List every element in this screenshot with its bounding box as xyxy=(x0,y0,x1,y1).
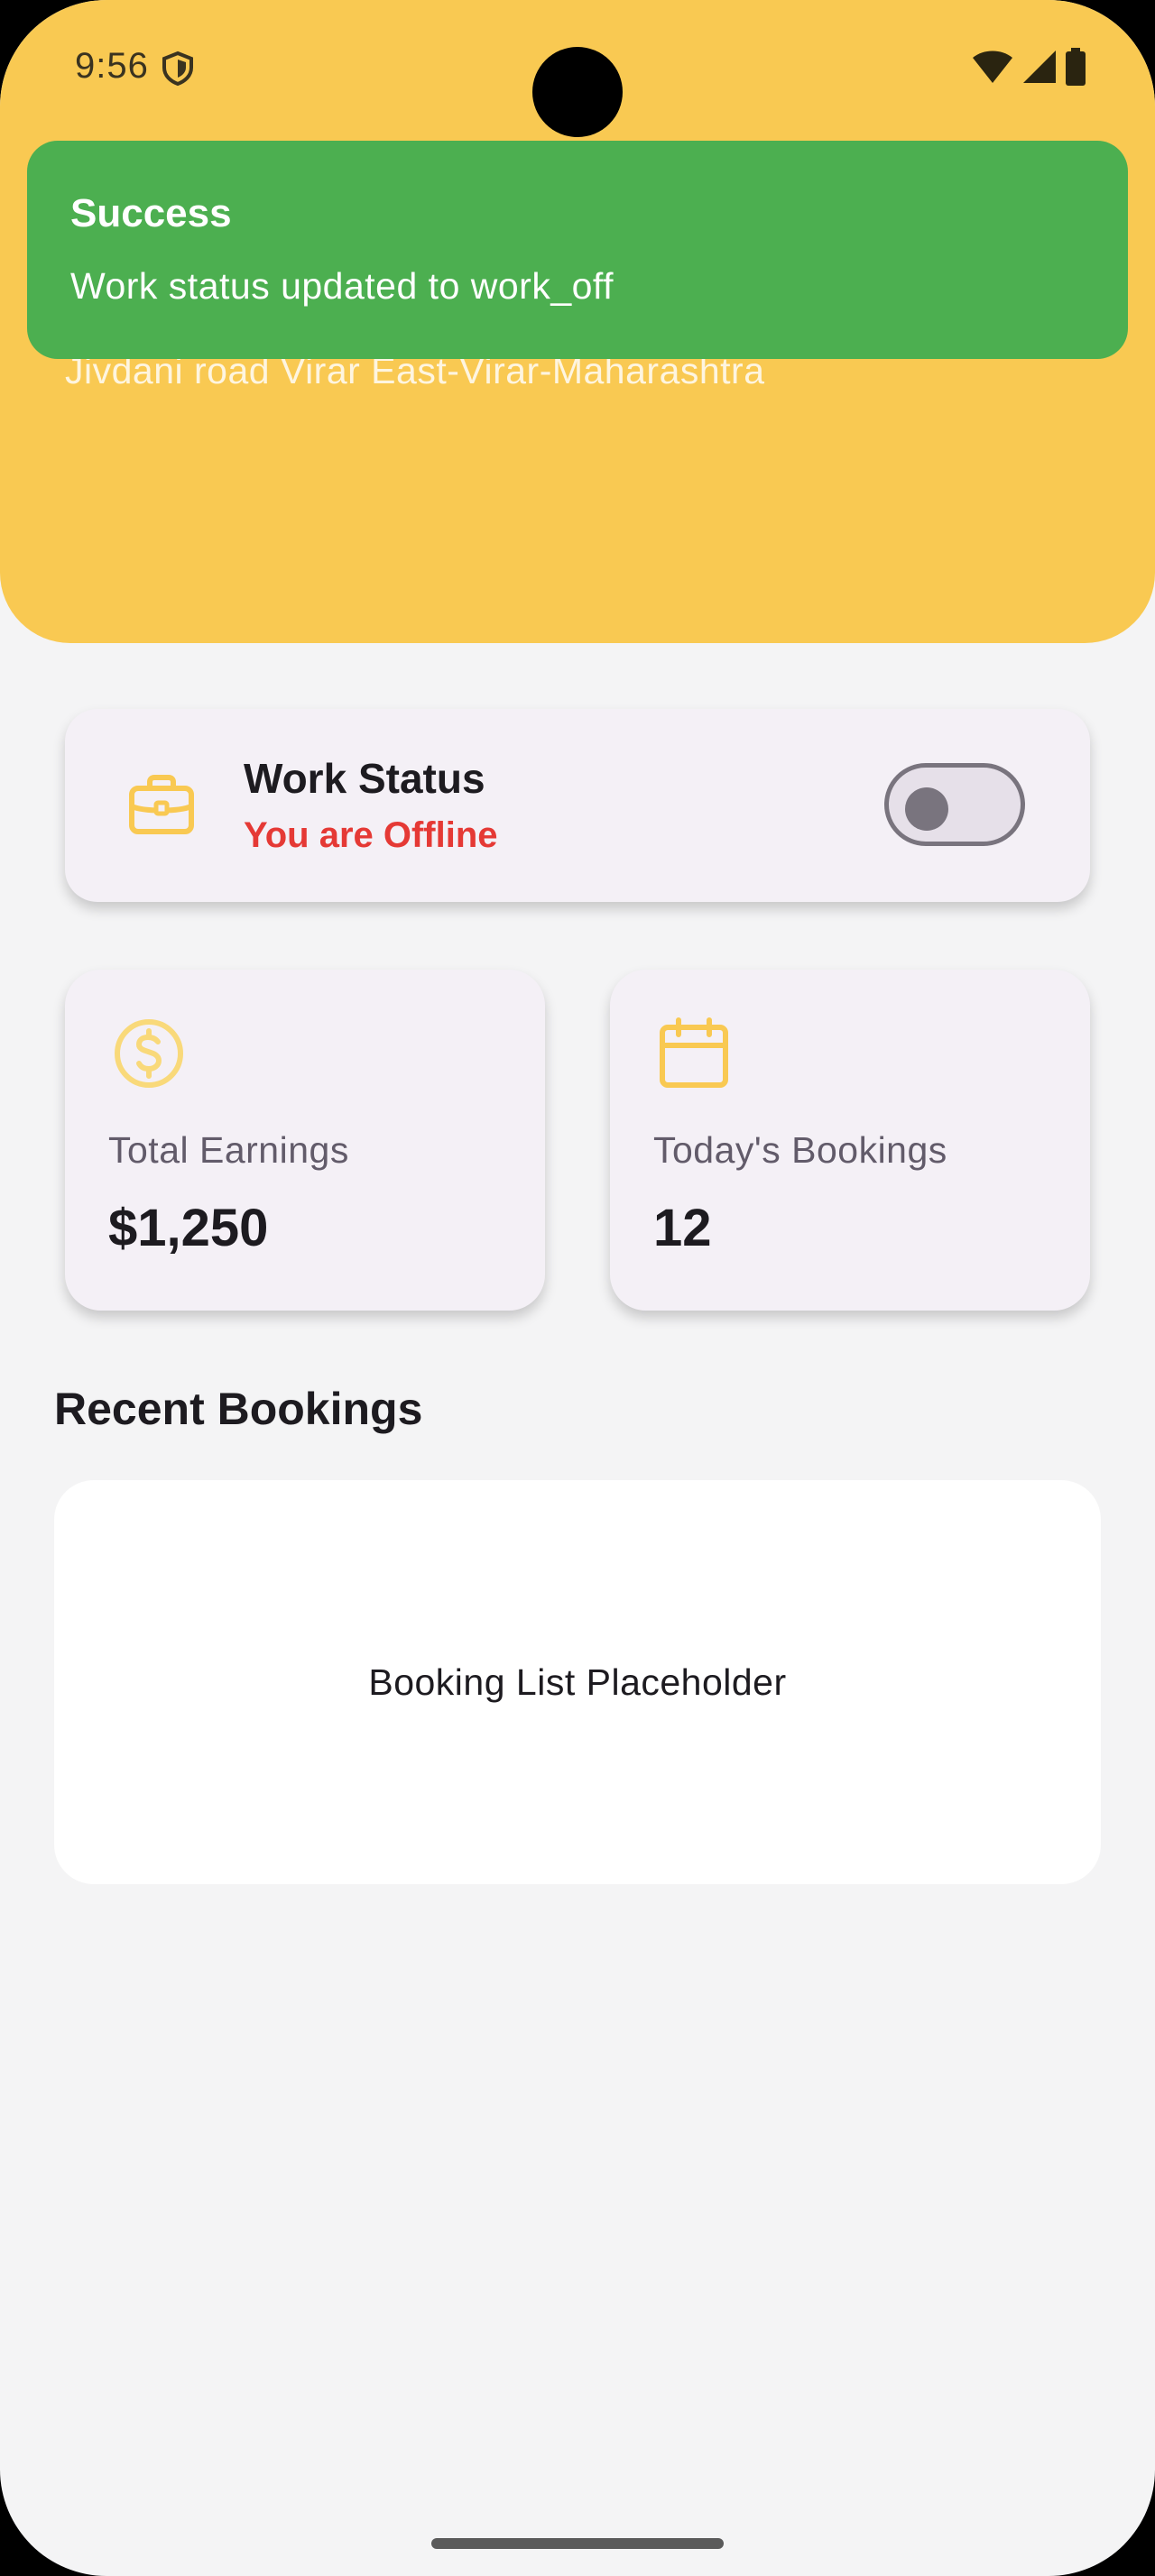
recent-bookings-title: Recent Bookings xyxy=(54,1384,423,1434)
app-screen: 9:56 Jivdani road Virar East-Virar-Mahar… xyxy=(0,0,1155,2576)
home-indicator[interactable] xyxy=(431,2538,724,2549)
dollar-icon xyxy=(112,1017,186,1090)
calendar-icon xyxy=(657,1017,731,1090)
work-status-title: Work Status xyxy=(244,755,485,802)
status-bar: 9:56 xyxy=(0,0,1155,137)
battery-icon xyxy=(1065,47,1086,90)
work-status-text: You are Offline xyxy=(244,815,498,855)
status-time: 9:56 xyxy=(75,46,149,86)
work-status-card: Work Status You are Offline xyxy=(65,709,1090,902)
booking-list-card: Booking List Placeholder xyxy=(54,1480,1101,1884)
shield-icon xyxy=(161,51,195,87)
camera-cutout xyxy=(532,47,623,137)
work-status-toggle[interactable] xyxy=(884,763,1025,846)
total-earnings-value: $1,250 xyxy=(108,1199,269,1257)
total-earnings-card: Total Earnings $1,250 xyxy=(65,970,545,1311)
toast-title: Success xyxy=(70,191,232,235)
wifi-icon xyxy=(971,49,1014,89)
status-icons xyxy=(971,47,1086,90)
todays-bookings-card: Today's Bookings 12 xyxy=(610,970,1090,1311)
todays-bookings-value: 12 xyxy=(653,1199,712,1257)
success-toast[interactable]: Success Work status updated to work_off xyxy=(27,141,1128,359)
briefcase-icon xyxy=(125,768,199,842)
booking-list-placeholder: Booking List Placeholder xyxy=(368,1661,787,1703)
toast-message: Work status updated to work_off xyxy=(70,265,614,307)
total-earnings-label: Total Earnings xyxy=(108,1129,349,1171)
todays-bookings-label: Today's Bookings xyxy=(653,1129,947,1171)
signal-icon xyxy=(1021,49,1058,89)
toggle-knob xyxy=(905,787,948,831)
